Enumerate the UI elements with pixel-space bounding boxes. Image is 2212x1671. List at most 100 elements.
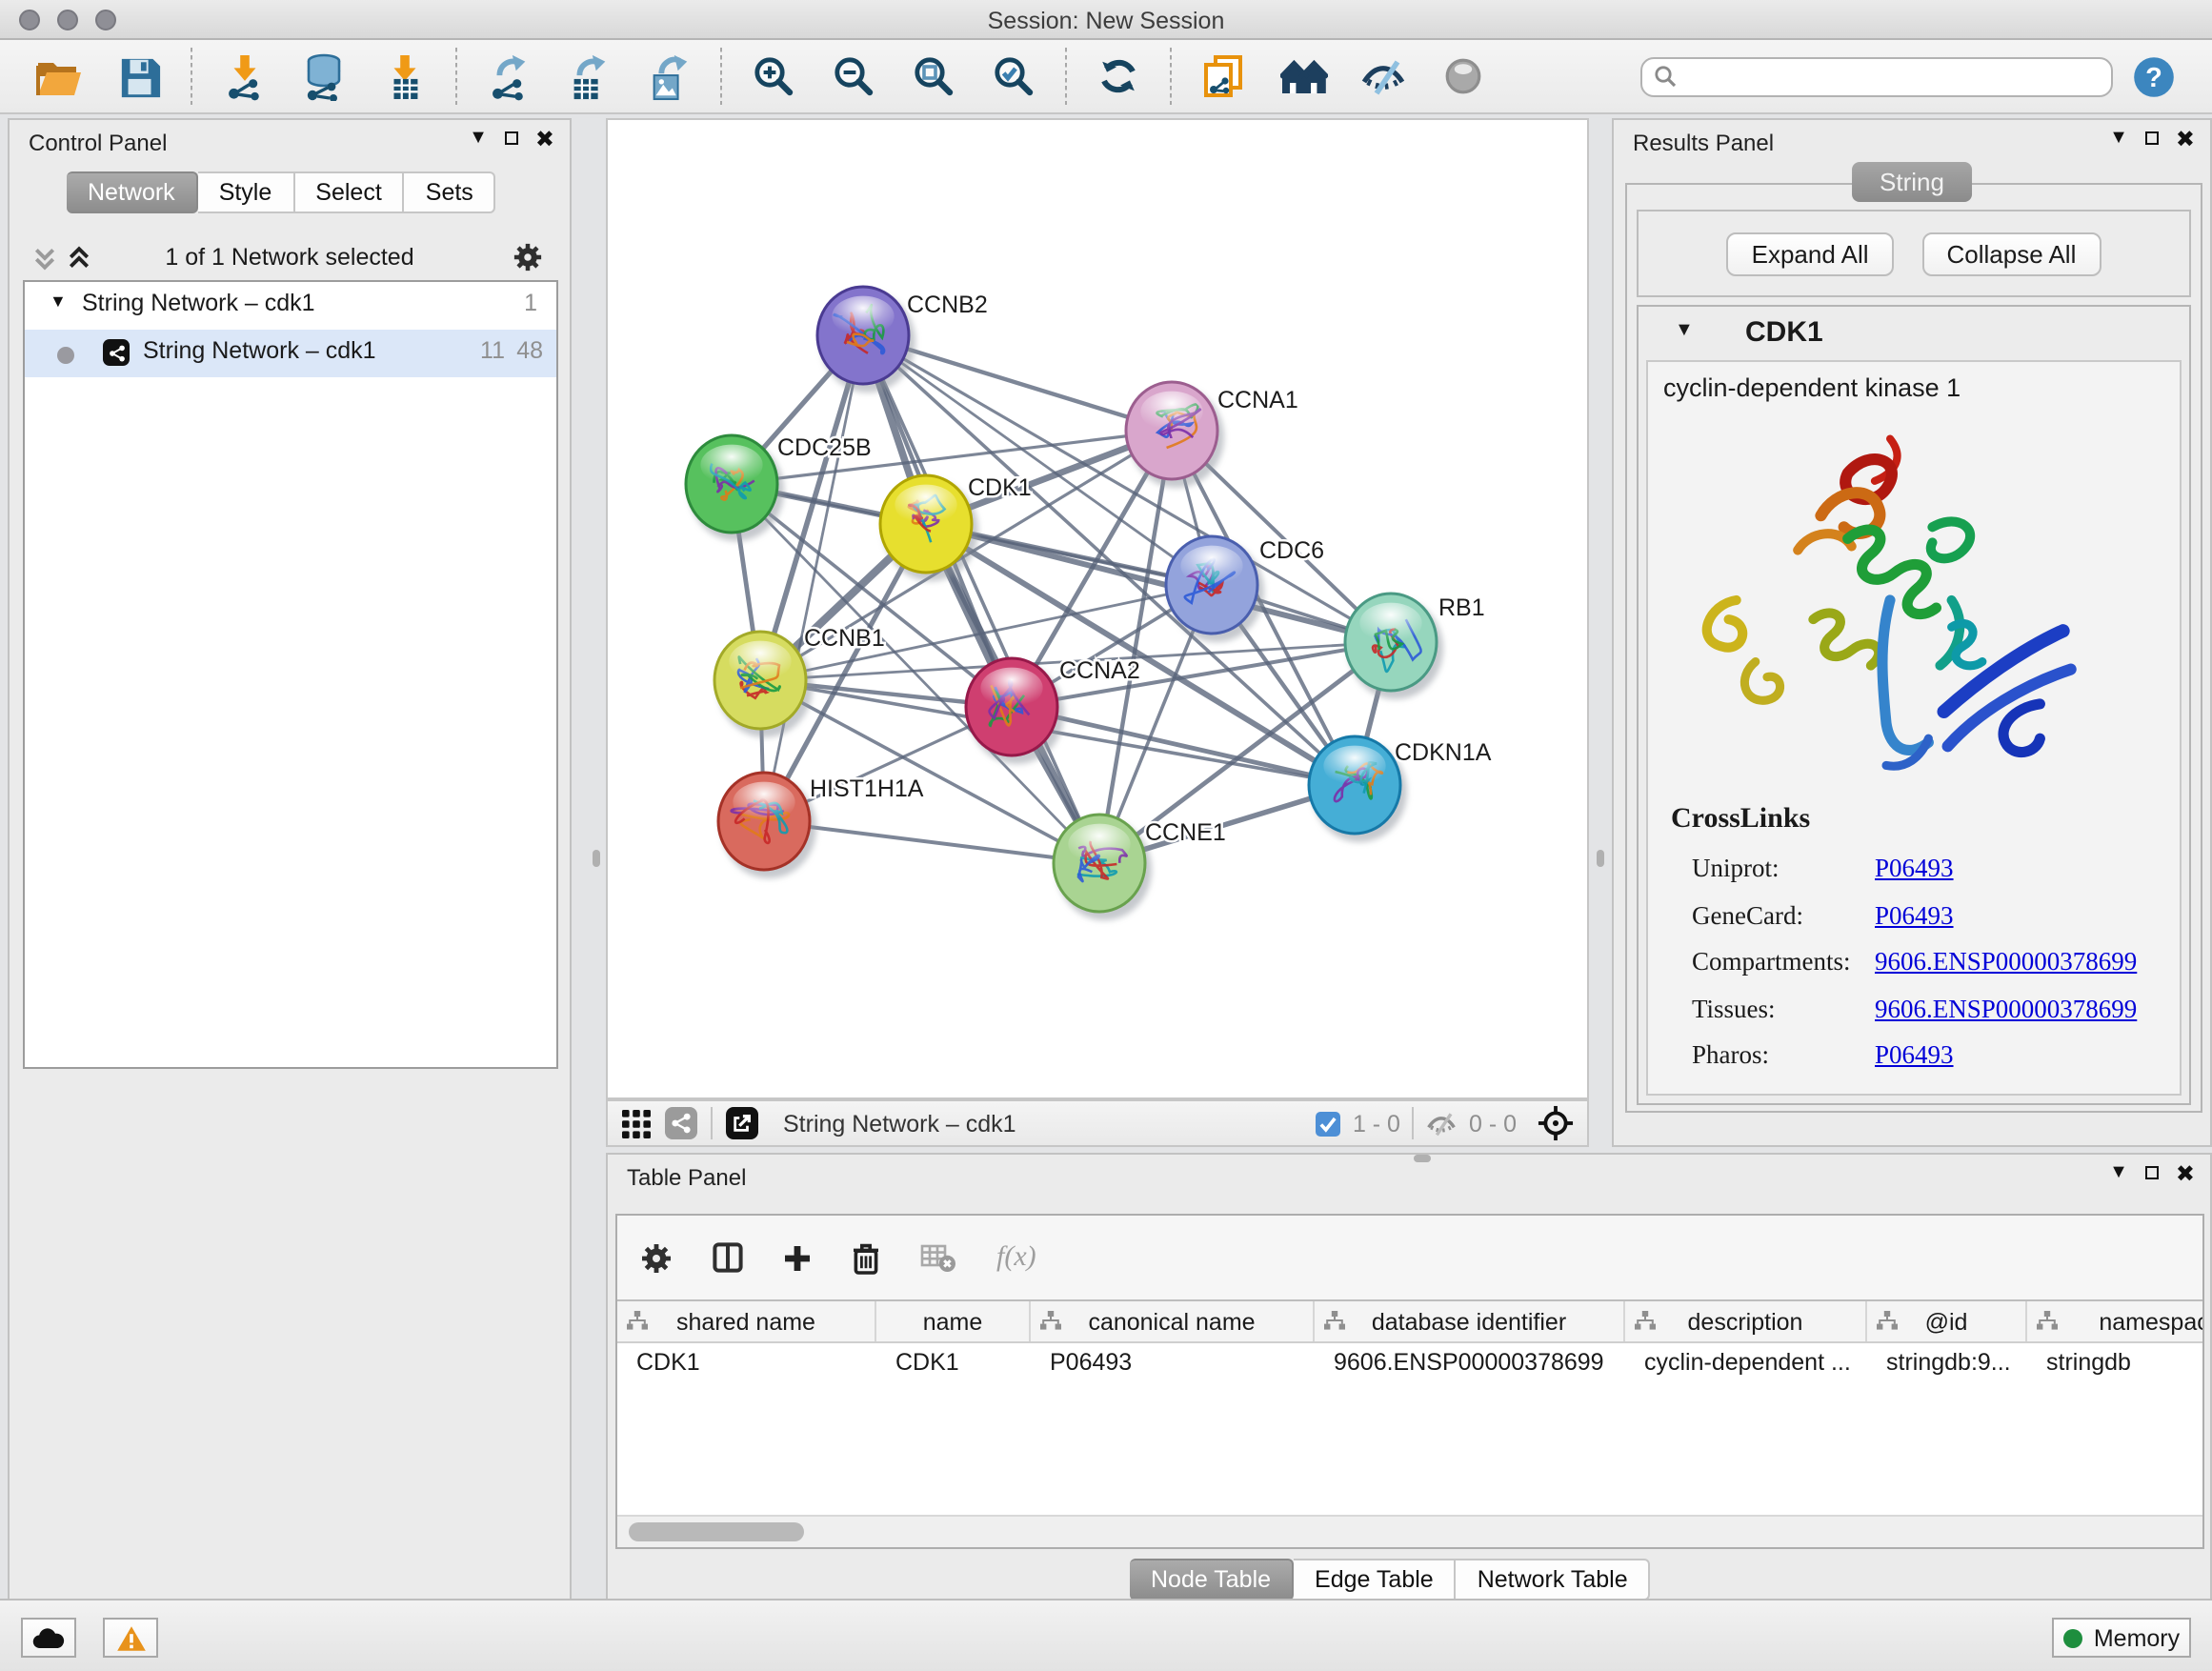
- control-panel-close-icon[interactable]: ✖: [535, 129, 554, 148]
- tab-string-results[interactable]: String: [1851, 162, 1973, 202]
- column-header[interactable]: namespace: [2027, 1301, 2202, 1341]
- tab-edge-table[interactable]: Edge Table: [1294, 1559, 1457, 1601]
- network-node-CCNE1[interactable]: [1054, 815, 1152, 920]
- results-panel-close-icon[interactable]: ✖: [2176, 129, 2195, 148]
- table-toolbar: f(x): [617, 1216, 2202, 1299]
- tab-style[interactable]: Style: [198, 171, 295, 213]
- tab-sets[interactable]: Sets: [405, 171, 496, 213]
- crosslink-link[interactable]: 9606.ENSP00000378699: [1875, 947, 2137, 977]
- zoom-in-icon[interactable]: [745, 46, 802, 107]
- network-options-gear-icon[interactable]: [513, 242, 543, 272]
- network-row[interactable]: String Network – cdk1 11 48: [25, 330, 556, 377]
- results-panel-collapse-icon[interactable]: ▼: [2109, 128, 2128, 149]
- search-field[interactable]: [1684, 61, 2100, 91]
- network-node-CDK1[interactable]: [880, 475, 978, 581]
- control-panel-float-icon[interactable]: [505, 131, 518, 145]
- open-in-new-window-icon[interactable]: [726, 1107, 758, 1139]
- gene-collapse-icon[interactable]: ▼: [1675, 320, 1694, 341]
- network-tree: ▼ String Network – cdk1 1 String Network…: [23, 280, 558, 1069]
- cloud-status-button[interactable]: [21, 1618, 76, 1658]
- crosslink-link[interactable]: 9606.ENSP00000378699: [1875, 994, 2137, 1024]
- table-row[interactable]: CDK1 CDK1 P06493 9606.ENSP00000378699 cy…: [617, 1343, 2202, 1379]
- table-panel-collapse-icon[interactable]: ▼: [2109, 1162, 2128, 1183]
- selected-checkbox-icon[interactable]: [1315, 1110, 1341, 1137]
- network-collection-row[interactable]: ▼ String Network – cdk1 1: [25, 282, 556, 330]
- export-network-icon[interactable]: [480, 46, 537, 107]
- table-panel-close-icon[interactable]: ✖: [2176, 1163, 2195, 1182]
- export-table-icon[interactable]: [560, 46, 617, 107]
- node-label-CCNB2: CCNB2: [907, 292, 988, 318]
- tab-node-table[interactable]: Node Table: [1130, 1559, 1294, 1601]
- search-input[interactable]: [1640, 56, 2113, 96]
- network-label: String Network – cdk1: [143, 337, 376, 364]
- network-node-CCNA2[interactable]: [966, 658, 1064, 764]
- grid-view-icon[interactable]: [621, 1108, 652, 1138]
- zoom-fit-icon[interactable]: [905, 46, 962, 107]
- search-icon: [1654, 65, 1677, 88]
- warnings-button[interactable]: [103, 1618, 158, 1658]
- help-icon[interactable]: ?: [2124, 46, 2182, 107]
- open-session-icon[interactable]: [30, 46, 88, 107]
- import-network-file-icon[interactable]: [215, 46, 272, 107]
- show-columns-icon[interactable]: [713, 1242, 743, 1273]
- tab-network-table[interactable]: Network Table: [1457, 1559, 1651, 1601]
- birds-eye-view-icon[interactable]: [1538, 1105, 1574, 1141]
- toolbar-separator: [455, 48, 457, 105]
- crosslink-link[interactable]: P06493: [1875, 900, 1954, 931]
- control-panel-collapse-icon[interactable]: ▼: [469, 128, 488, 149]
- add-column-icon[interactable]: [783, 1243, 812, 1272]
- expand-all-button[interactable]: Expand All: [1727, 232, 1894, 275]
- column-header[interactable]: description: [1625, 1301, 1867, 1341]
- tab-select[interactable]: Select: [294, 171, 405, 213]
- network-node-CCNA1[interactable]: [1126, 382, 1224, 488]
- delete-table-icon[interactable]: [920, 1243, 956, 1272]
- splitter-handle[interactable]: [1597, 850, 1604, 867]
- splitter-handle[interactable]: [593, 850, 600, 867]
- network-share-view-icon[interactable]: [665, 1107, 697, 1139]
- function-builder-icon[interactable]: f(x): [996, 1241, 1036, 1274]
- network-canvas[interactable]: CCNB2CCNA1CDC25BCDK1CDC6RB1CCNB1CCNA2CDK…: [606, 118, 1589, 1099]
- zoom-selected-icon[interactable]: [985, 46, 1042, 107]
- table-options-gear-icon[interactable]: [640, 1241, 673, 1274]
- memory-button[interactable]: Memory: [2052, 1618, 2191, 1658]
- scrollbar-thumb[interactable]: [629, 1522, 804, 1541]
- column-header[interactable]: canonical name: [1031, 1301, 1315, 1341]
- export-image-icon[interactable]: [640, 46, 697, 107]
- network-node-RB1[interactable]: [1345, 594, 1443, 699]
- crosslink-link[interactable]: P06493: [1875, 1040, 1954, 1071]
- import-table-icon[interactable]: [375, 46, 432, 107]
- main-toolbar: ?: [0, 40, 2212, 114]
- network-node-HIST1H1A[interactable]: [718, 773, 816, 878]
- table-panel-float-icon[interactable]: [2145, 1166, 2159, 1179]
- refresh-icon[interactable]: [1090, 46, 1147, 107]
- hidden-eye-slash-icon[interactable]: [1425, 1110, 1458, 1137]
- save-session-icon[interactable]: [111, 46, 168, 107]
- column-header[interactable]: name: [876, 1301, 1031, 1341]
- collapse-all-icon[interactable]: [32, 246, 57, 271]
- crosslink-link[interactable]: P06493: [1875, 854, 1954, 884]
- network-graph[interactable]: CCNB2CCNA1CDC25BCDK1CDC6RB1CCNB1CCNA2CDK…: [608, 120, 1587, 1097]
- gene-card-header[interactable]: ▼ CDK1: [1639, 307, 2189, 360]
- splitter-handle[interactable]: [1414, 1155, 1431, 1162]
- column-header[interactable]: shared name: [617, 1301, 876, 1341]
- node-label-CDC25B: CDC25B: [777, 434, 872, 461]
- network-node-CCNB2[interactable]: [817, 287, 915, 393]
- collection-expand-icon[interactable]: ▼: [50, 292, 67, 311]
- delete-column-icon[interactable]: [852, 1241, 880, 1274]
- network-node-CDKN1A[interactable]: [1309, 736, 1407, 842]
- import-network-database-icon[interactable]: [295, 46, 352, 107]
- zoom-out-icon[interactable]: [825, 46, 882, 107]
- network-node-CDC25B[interactable]: [686, 435, 784, 541]
- results-panel-float-icon[interactable]: [2145, 131, 2159, 145]
- expand-all-icon[interactable]: [67, 246, 91, 271]
- column-header[interactable]: database identifier: [1315, 1301, 1625, 1341]
- horizontal-scrollbar[interactable]: [617, 1515, 2202, 1547]
- column-header[interactable]: @id: [1867, 1301, 2027, 1341]
- show-all-icon[interactable]: [1435, 46, 1492, 107]
- hide-selected-icon[interactable]: [1355, 46, 1412, 107]
- collapse-all-button[interactable]: Collapse All: [1922, 232, 2101, 275]
- first-neighbors-icon[interactable]: [1195, 46, 1252, 107]
- home-icon[interactable]: [1275, 46, 1332, 107]
- tab-network[interactable]: Network: [67, 171, 198, 213]
- toolbar-separator: [191, 48, 192, 105]
